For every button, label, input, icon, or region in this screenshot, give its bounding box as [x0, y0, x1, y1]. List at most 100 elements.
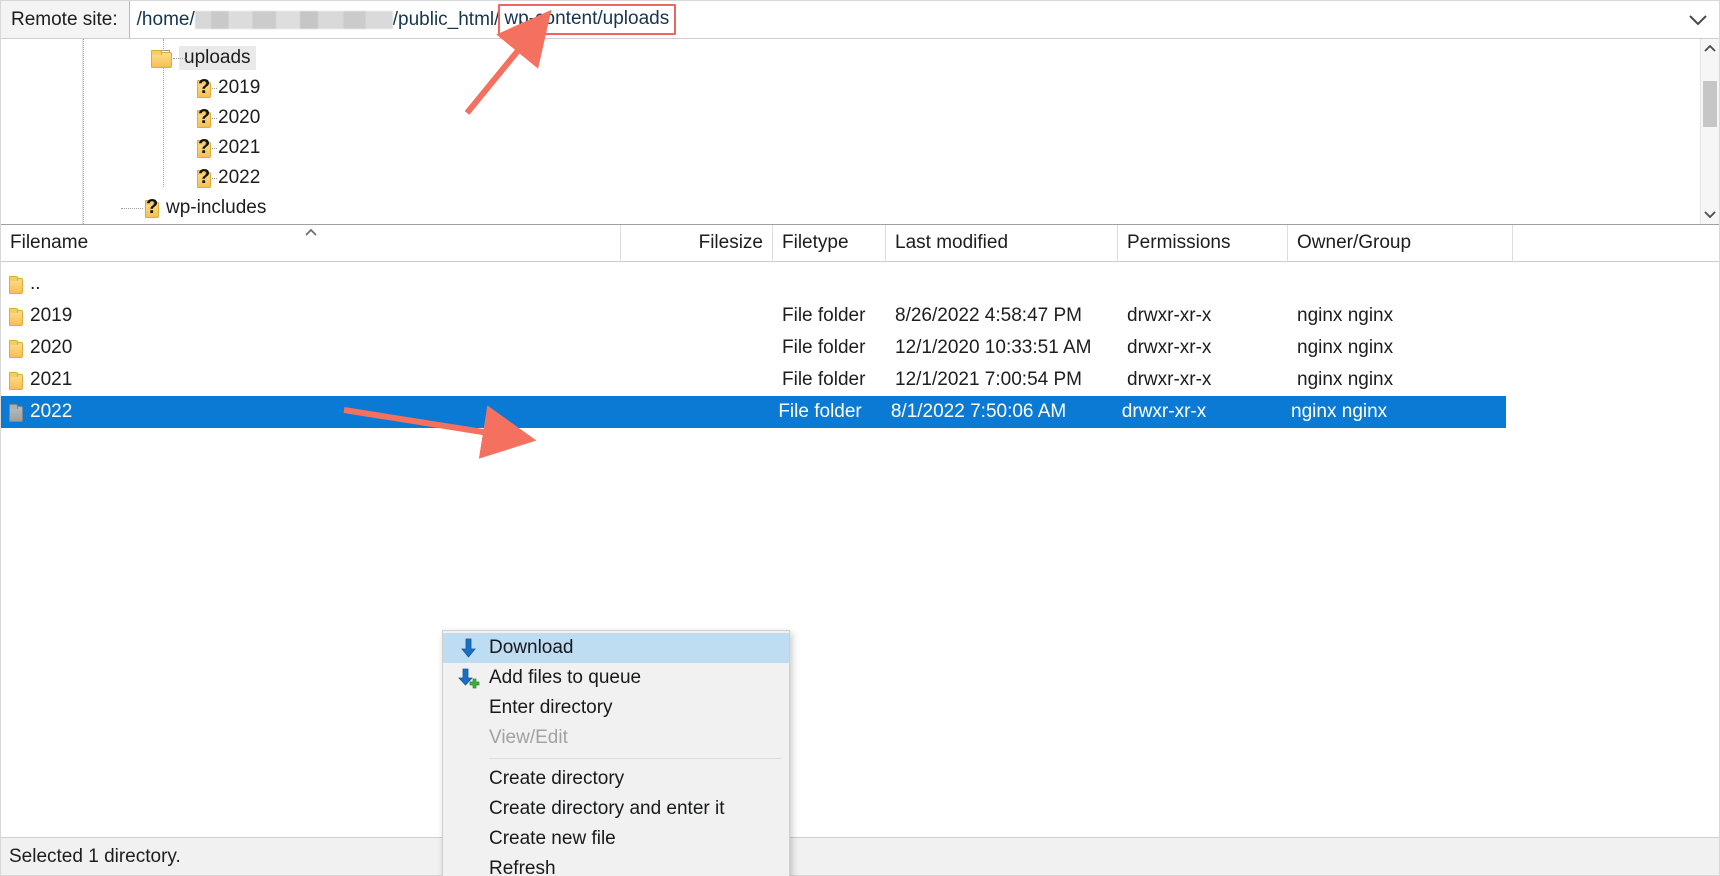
sort-ascending-icon: [304, 228, 317, 236]
column-header-permissions[interactable]: Permissions: [1118, 224, 1288, 262]
tree-item-wp-includes[interactable]: ? wp-includes: [1, 193, 1700, 223]
path-prefix: /home/: [136, 8, 195, 30]
cell-filename: 2021: [1, 369, 621, 391]
chevron-up-icon: [1704, 44, 1716, 52]
context-menu-item-create-directory[interactable]: Create directory: [443, 764, 789, 794]
file-list-header: Filename Filesize Filetype Last modified…: [1, 224, 1719, 262]
remote-site-dropdown-button[interactable]: [1677, 1, 1719, 38]
cell-ownergroup: nginx nginx: [1291, 401, 1388, 422]
column-header-filesize[interactable]: Filesize: [621, 224, 773, 262]
cell-ownergroup: nginx nginx: [1297, 369, 1394, 390]
question-mark-glyph: ?: [198, 136, 211, 158]
folder-icon: [9, 404, 23, 422]
filename-label: 2019: [30, 305, 73, 326]
file-list-rows: .. 2019 File folder 8/26/2022 4:58:47 PM…: [1, 262, 1719, 428]
column-header-lastmodified[interactable]: Last modified: [886, 224, 1118, 262]
folder-icon: [9, 276, 23, 294]
tree-rows: uploads ? 2019 ? 2020 ? 2021 ? 2022 ? wp…: [1, 39, 1700, 223]
cell-lastmodified: 12/1/2020 10:33:51 AM: [895, 337, 1092, 358]
path-highlighted-segment: wp-content/uploads: [504, 8, 670, 29]
context-menu-item-download[interactable]: Download: [443, 633, 789, 663]
filename-label: ..: [30, 273, 41, 294]
context-menu-item-enter-directory[interactable]: Enter directory: [443, 693, 789, 723]
tree-item-2019[interactable]: ? 2019: [1, 73, 1700, 103]
remote-directory-tree[interactable]: uploads ? 2019 ? 2020 ? 2021 ? 2022 ? wp…: [1, 39, 1719, 225]
cell-filename: 2020: [1, 337, 621, 359]
context-menu-item-label: Create new file: [489, 828, 616, 849]
table-row[interactable]: ..: [1, 268, 1719, 300]
folder-icon: [9, 340, 23, 358]
filezilla-remote-pane: Remote site: /home/ /public_html/ wp-con…: [0, 0, 1720, 876]
cell-permissions: drwxr-xr-x: [1127, 305, 1212, 326]
tree-connector: [121, 207, 143, 209]
chevron-down-icon: [1689, 14, 1707, 25]
question-mark-glyph: ?: [146, 196, 159, 218]
scrollbar-thumb[interactable]: [1703, 81, 1717, 127]
question-mark-glyph: ?: [198, 106, 211, 128]
context-menu-item-view-edit: View/Edit: [443, 723, 789, 753]
cell-filetype: File folder: [782, 305, 866, 326]
download-arrow-icon: [448, 638, 489, 659]
column-header-filetype[interactable]: Filetype: [773, 224, 886, 262]
context-menu-item-create-new-file[interactable]: Create new file: [443, 824, 789, 854]
context-menu-item-label: Add files to queue: [489, 667, 642, 688]
folder-icon: [9, 308, 23, 326]
cell-filetype: File folder: [782, 369, 866, 390]
column-header-label: Filetype: [782, 232, 849, 253]
column-header-ownergroup[interactable]: Owner/Group: [1288, 224, 1513, 262]
remote-site-path-input[interactable]: /home/ /public_html/ wp-content/uploads: [129, 1, 1677, 38]
cell-filename: 2019: [1, 305, 621, 327]
cell-ownergroup: nginx nginx: [1297, 337, 1394, 358]
folder-unknown-icon: ?: [197, 136, 211, 158]
scrollbar-down-button[interactable]: [1701, 205, 1719, 224]
tree-item-uploads[interactable]: uploads: [1, 43, 1700, 73]
tree-item-2021[interactable]: ? 2021: [1, 133, 1700, 163]
tree-item-label: wp-includes: [166, 197, 267, 218]
context-menu-item-label: Download: [489, 637, 574, 658]
cell-filename: 2022: [1, 401, 618, 423]
context-menu-item-label: Create directory and enter it: [489, 798, 725, 819]
column-header-filename[interactable]: Filename: [1, 224, 621, 262]
question-mark-glyph: ?: [198, 76, 211, 98]
cell-lastmodified: 12/1/2021 7:00:54 PM: [895, 369, 1082, 390]
context-menu-item-label: Create directory: [489, 768, 625, 789]
cell-filetype: File folder: [778, 401, 862, 422]
tree-item-label: uploads: [179, 46, 256, 70]
context-menu-item-label: View/Edit: [489, 727, 568, 748]
tree-vertical-scrollbar[interactable]: [1700, 39, 1719, 224]
cell-permissions: drwxr-xr-x: [1127, 369, 1212, 390]
file-context-menu[interactable]: Download Add files to queue Enter direct…: [442, 630, 790, 876]
tree-item-2022[interactable]: ? 2022: [1, 163, 1700, 193]
cell-permissions: drwxr-xr-x: [1121, 401, 1207, 422]
remote-file-list[interactable]: Filename Filesize Filetype Last modified…: [1, 224, 1719, 876]
context-menu-item-add-files-to-queue[interactable]: Add files to queue: [443, 663, 789, 693]
context-menu-item-create-directory-and-enter[interactable]: Create directory and enter it: [443, 794, 789, 824]
path-middle: /public_html/: [392, 8, 500, 30]
question-mark-glyph: ?: [198, 166, 211, 188]
table-row-selected[interactable]: 2022 File folder 8/1/2022 7:50:06 AM drw…: [1, 396, 1506, 428]
path-redacted-username: [194, 10, 393, 29]
column-header-label: Filesize: [698, 232, 763, 253]
cell-filetype: File folder: [782, 337, 866, 358]
folder-icon: [151, 50, 172, 68]
folder-icon: [9, 372, 23, 390]
context-menu-item-refresh[interactable]: Refresh: [443, 854, 789, 876]
table-row[interactable]: 2021 File folder 12/1/2021 7:00:54 PM dr…: [1, 364, 1719, 396]
tree-item-label: 2019: [218, 77, 261, 98]
filename-label: 2021: [30, 369, 73, 390]
column-header-filler: [1513, 225, 1719, 262]
folder-unknown-icon: ?: [197, 166, 211, 188]
context-menu-item-label: Enter directory: [489, 697, 613, 718]
tree-connector: [173, 57, 187, 59]
cell-filename: ..: [1, 273, 621, 295]
column-header-label: Owner/Group: [1297, 232, 1412, 253]
context-menu-separator: [489, 758, 781, 759]
column-header-label: Filename: [10, 232, 89, 253]
cell-lastmodified: 8/1/2022 7:50:06 AM: [890, 401, 1067, 422]
table-row[interactable]: 2020 File folder 12/1/2020 10:33:51 AM d…: [1, 332, 1719, 364]
cell-ownergroup: nginx nginx: [1297, 305, 1394, 326]
tree-item-2020[interactable]: ? 2020: [1, 103, 1700, 133]
scrollbar-up-button[interactable]: [1701, 39, 1719, 58]
column-header-label: Last modified: [895, 232, 1009, 253]
table-row[interactable]: 2019 File folder 8/26/2022 4:58:47 PM dr…: [1, 300, 1719, 332]
